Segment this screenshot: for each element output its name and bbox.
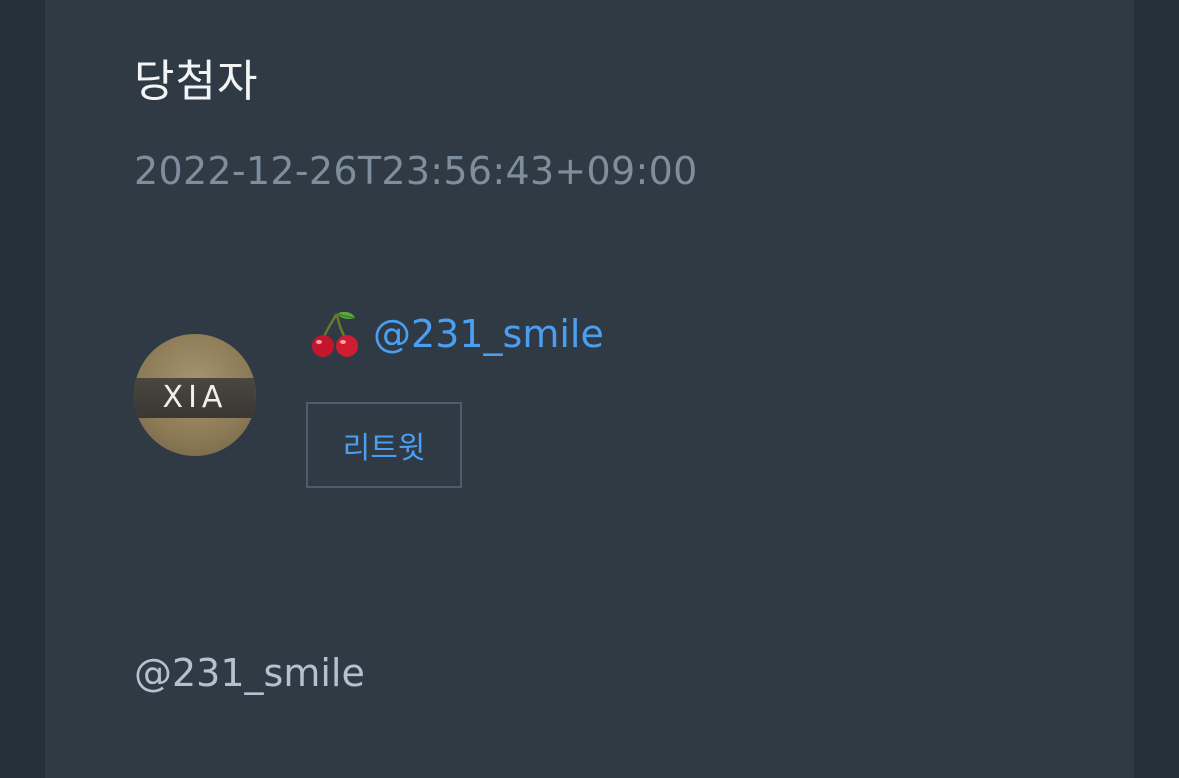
winner-user-row: @231_smile bbox=[309, 306, 604, 362]
avatar-text: XIA bbox=[162, 380, 228, 415]
left-margin bbox=[0, 0, 45, 778]
winner-handle-link[interactable]: @231_smile bbox=[373, 306, 604, 362]
page-title: 당첨자 bbox=[134, 56, 259, 107]
cherry-icon bbox=[309, 308, 361, 360]
post-timestamp: 2022-12-26T23:56:43+09:00 bbox=[134, 149, 698, 193]
result-card: 당첨자 2022-12-26T23:56:43+09:00 XIA @231_s… bbox=[45, 0, 1134, 778]
retweet-button[interactable]: 리트윗 bbox=[306, 402, 462, 488]
winner-handle-text: @231_smile bbox=[134, 651, 365, 695]
avatar[interactable]: XIA bbox=[134, 334, 256, 456]
right-margin bbox=[1134, 0, 1179, 778]
